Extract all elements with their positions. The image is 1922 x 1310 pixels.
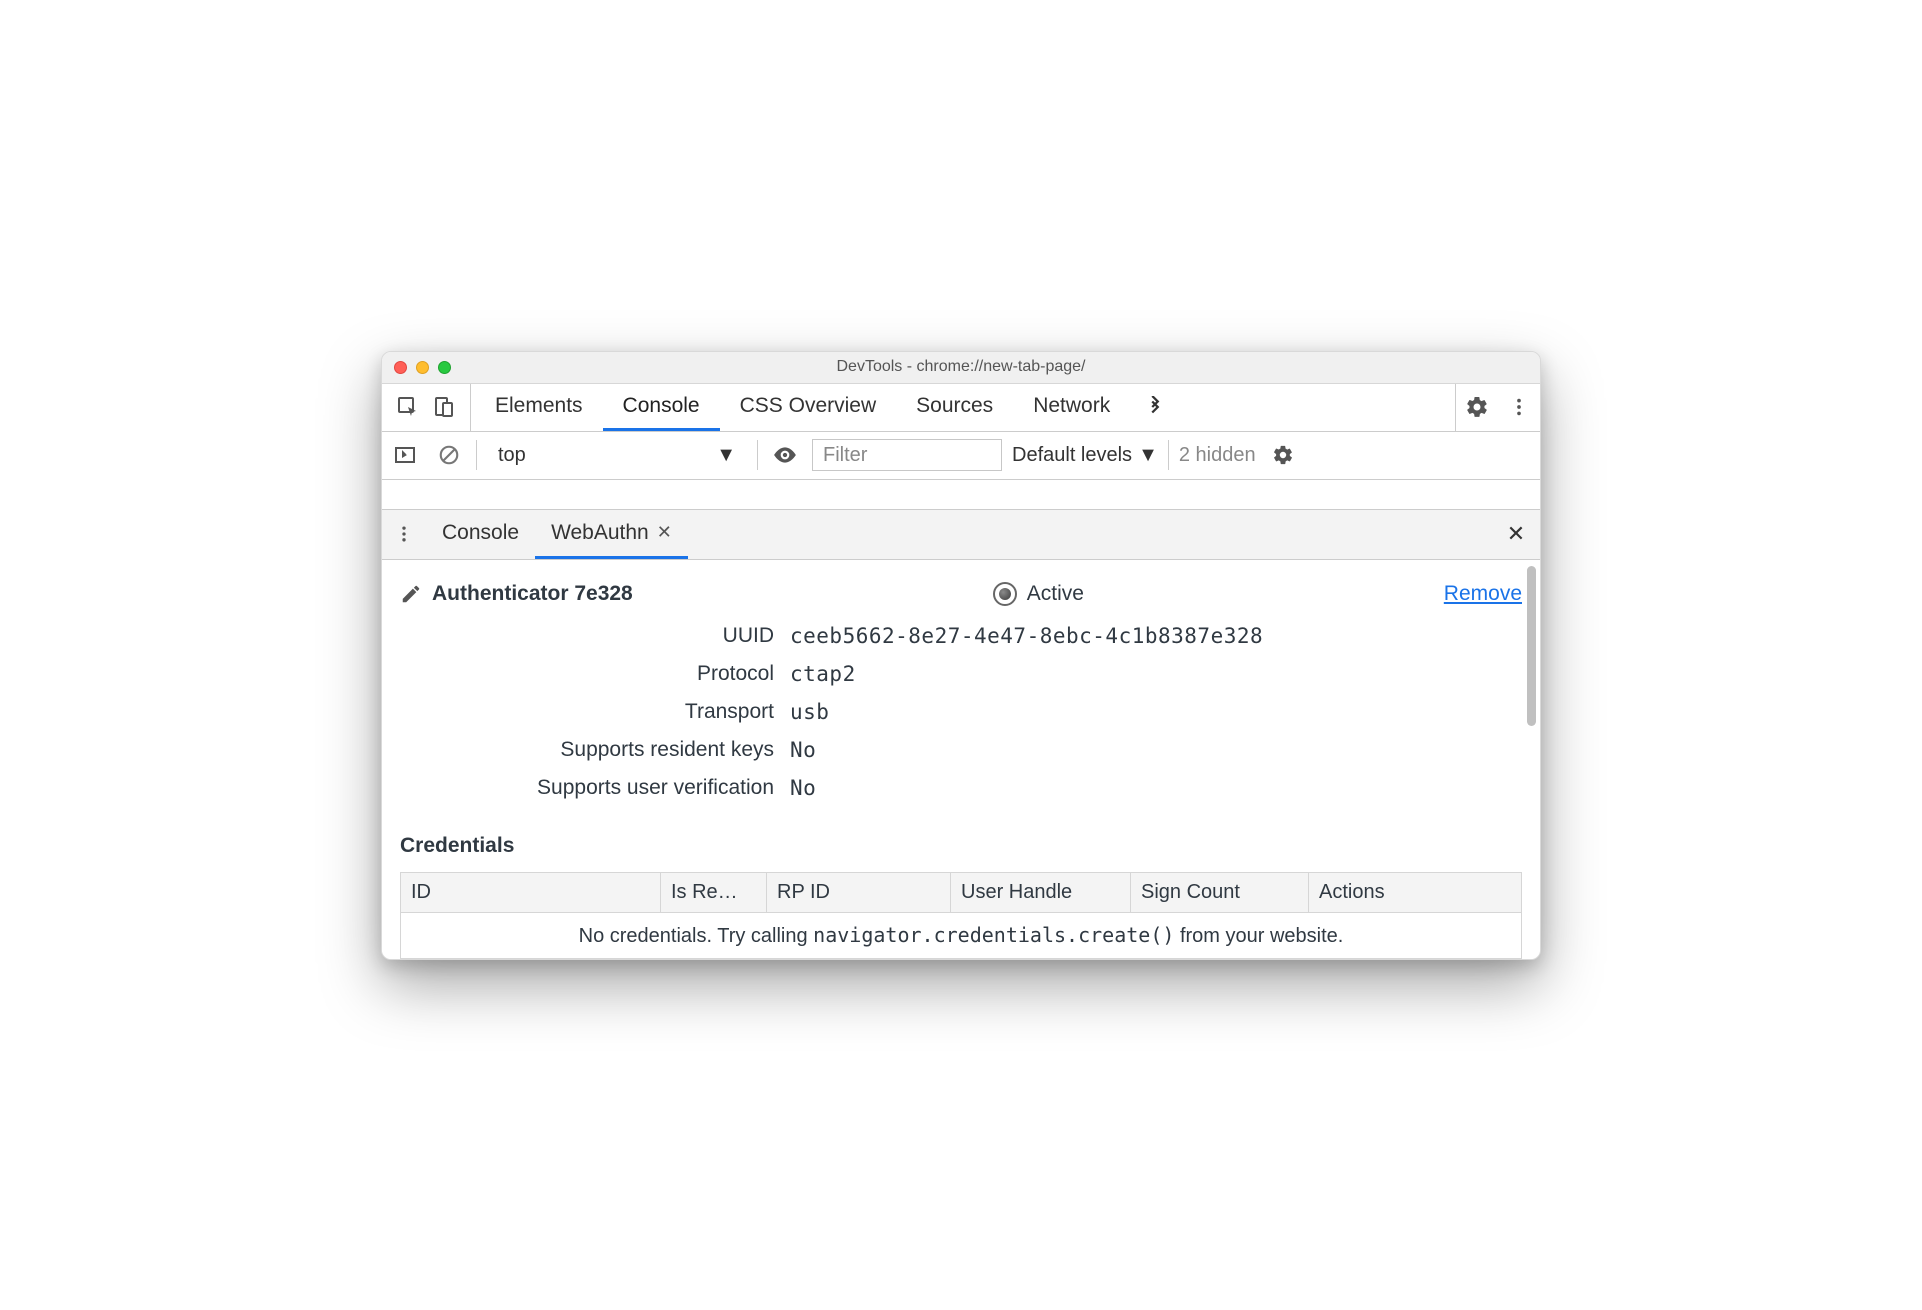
credentials-heading: Credentials <box>400 826 1522 872</box>
col-is-resident[interactable]: Is Re… <box>661 873 767 912</box>
drawer-tab-label: WebAuthn <box>551 521 649 545</box>
active-radio-icon[interactable] <box>993 582 1017 606</box>
console-filter-bar: top ▼ Default levels ▼ 2 hidden <box>382 432 1540 480</box>
tabs-overflow-button[interactable] <box>1130 384 1180 431</box>
live-expression-eye-icon[interactable] <box>768 438 802 472</box>
empty-prefix: No credentials. Try calling <box>579 925 814 947</box>
webauthn-panel: Authenticator 7e328 Active Remove UUID c… <box>382 560 1540 959</box>
remove-authenticator-link[interactable]: Remove <box>1444 582 1522 606</box>
console-sidebar-toggle-icon[interactable] <box>388 438 422 472</box>
log-levels-select[interactable]: Default levels ▼ <box>1012 444 1158 467</box>
hidden-messages-count[interactable]: 2 hidden <box>1179 444 1256 467</box>
col-user-handle[interactable]: User Handle <box>951 873 1131 912</box>
active-label: Active <box>1027 582 1084 606</box>
close-tab-icon[interactable]: ✕ <box>657 522 672 543</box>
protocol-value: ctap2 <box>790 662 1522 686</box>
more-menu-icon[interactable] <box>1498 391 1540 423</box>
console-settings-gear-icon[interactable] <box>1266 438 1300 472</box>
uuid-value: ceeb5662-8e27-4e47-8ebc-4c1b8387e328 <box>790 624 1522 648</box>
inspect-element-icon[interactable] <box>392 391 424 423</box>
empty-suffix: from your website. <box>1174 925 1343 947</box>
tab-sources[interactable]: Sources <box>896 384 1013 431</box>
tab-console[interactable]: Console <box>603 384 720 431</box>
drawer-tabstrip: Console WebAuthn ✕ ✕ <box>382 510 1540 560</box>
user-verification-value: No <box>790 776 1522 800</box>
execution-context-select[interactable]: top ▼ <box>487 438 747 472</box>
dropdown-caret-icon: ▼ <box>1138 444 1158 467</box>
window-zoom-button[interactable] <box>438 361 451 374</box>
resident-keys-label: Supports resident keys <box>400 738 790 762</box>
transport-value: usb <box>790 700 1522 724</box>
col-sign-count[interactable]: Sign Count <box>1131 873 1309 912</box>
credentials-table: ID Is Re… RP ID User Handle Sign Count A… <box>400 872 1522 959</box>
resident-keys-value: No <box>790 738 1522 762</box>
close-drawer-icon[interactable]: ✕ <box>1492 510 1540 559</box>
drawer-tab-console[interactable]: Console <box>426 510 535 559</box>
settings-gear-icon[interactable] <box>1456 391 1498 423</box>
user-verification-label: Supports user verification <box>400 776 790 800</box>
traffic-lights <box>394 361 451 374</box>
authenticator-header: Authenticator 7e328 Active Remove <box>400 576 1522 624</box>
drawer-more-icon[interactable] <box>382 510 426 559</box>
main-tabs: Elements Console CSS Overview Sources Ne… <box>471 384 1455 431</box>
scrollbar-thumb[interactable] <box>1527 566 1536 726</box>
window-titlebar: DevTools - chrome://new-tab-page/ <box>382 352 1540 384</box>
drawer-tab-label: Console <box>442 521 519 545</box>
devtools-window: DevTools - chrome://new-tab-page/ Elemen… <box>381 351 1541 960</box>
console-output-area[interactable] <box>382 480 1540 510</box>
edit-pencil-icon[interactable] <box>400 583 422 605</box>
main-toolbar: Elements Console CSS Overview Sources Ne… <box>382 384 1540 432</box>
levels-label: Default levels <box>1012 444 1132 467</box>
credentials-header-row: ID Is Re… RP ID User Handle Sign Count A… <box>401 873 1521 913</box>
col-actions[interactable]: Actions <box>1309 873 1521 912</box>
empty-code: navigator.credentials.create() <box>813 923 1174 947</box>
credentials-empty-message: No credentials. Try calling navigator.cr… <box>401 913 1521 958</box>
tab-network[interactable]: Network <box>1013 384 1130 431</box>
window-minimize-button[interactable] <box>416 361 429 374</box>
authenticator-details: UUID ceeb5662-8e27-4e47-8ebc-4c1b8387e32… <box>400 624 1522 826</box>
drawer-tab-webauthn[interactable]: WebAuthn ✕ <box>535 510 688 559</box>
uuid-label: UUID <box>400 624 790 648</box>
device-toggle-icon[interactable] <box>428 391 460 423</box>
context-label: top <box>498 444 526 467</box>
col-rp-id[interactable]: RP ID <box>767 873 951 912</box>
window-title: DevTools - chrome://new-tab-page/ <box>382 358 1540 376</box>
active-radio-group[interactable]: Active <box>993 582 1084 606</box>
col-id[interactable]: ID <box>401 873 661 912</box>
authenticator-name: Authenticator 7e328 <box>432 582 633 606</box>
clear-console-icon[interactable] <box>432 438 466 472</box>
transport-label: Transport <box>400 700 790 724</box>
protocol-label: Protocol <box>400 662 790 686</box>
tab-css-overview[interactable]: CSS Overview <box>720 384 897 431</box>
window-close-button[interactable] <box>394 361 407 374</box>
dropdown-caret-icon: ▼ <box>716 444 736 467</box>
tab-elements[interactable]: Elements <box>475 384 603 431</box>
console-filter-input[interactable] <box>812 439 1002 471</box>
